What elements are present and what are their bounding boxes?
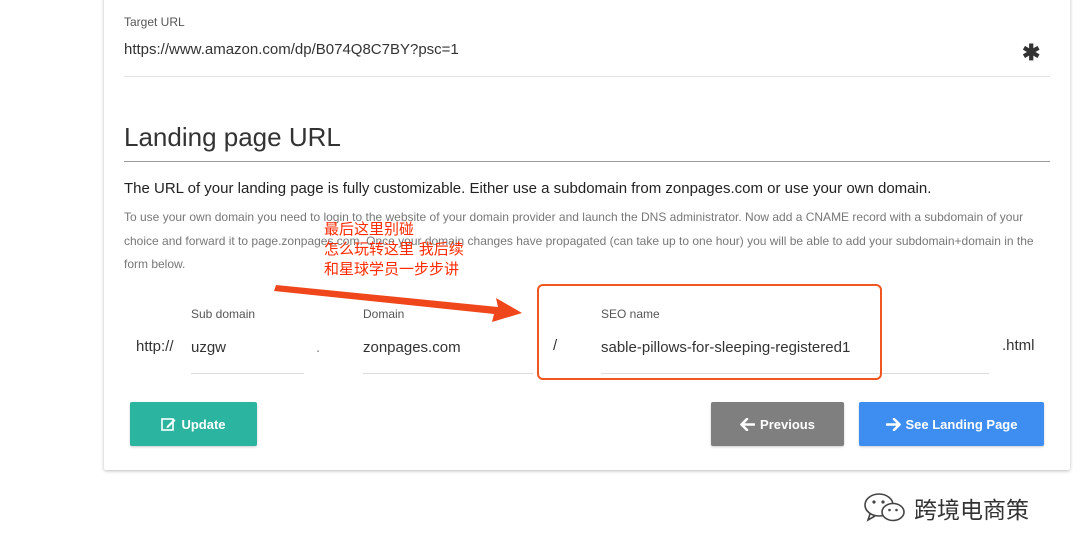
update-button[interactable]: Update (130, 402, 257, 446)
previous-button[interactable]: Previous (711, 402, 844, 446)
update-button-label: Update (181, 416, 226, 432)
arrow-right-icon (885, 417, 901, 431)
see-landing-page-button-label: See Landing Page (905, 416, 1018, 432)
wechat-icon (864, 493, 905, 522)
watermark: 跨境电商策 (862, 490, 1029, 526)
edit-icon (161, 418, 176, 431)
annotation-arrow-icon (274, 285, 522, 322)
previous-button-label: Previous (760, 416, 815, 432)
see-landing-page-button[interactable]: See Landing Page (859, 402, 1044, 446)
arrow-left-icon (740, 417, 756, 431)
watermark-text: 跨境电商策 (914, 498, 1029, 524)
